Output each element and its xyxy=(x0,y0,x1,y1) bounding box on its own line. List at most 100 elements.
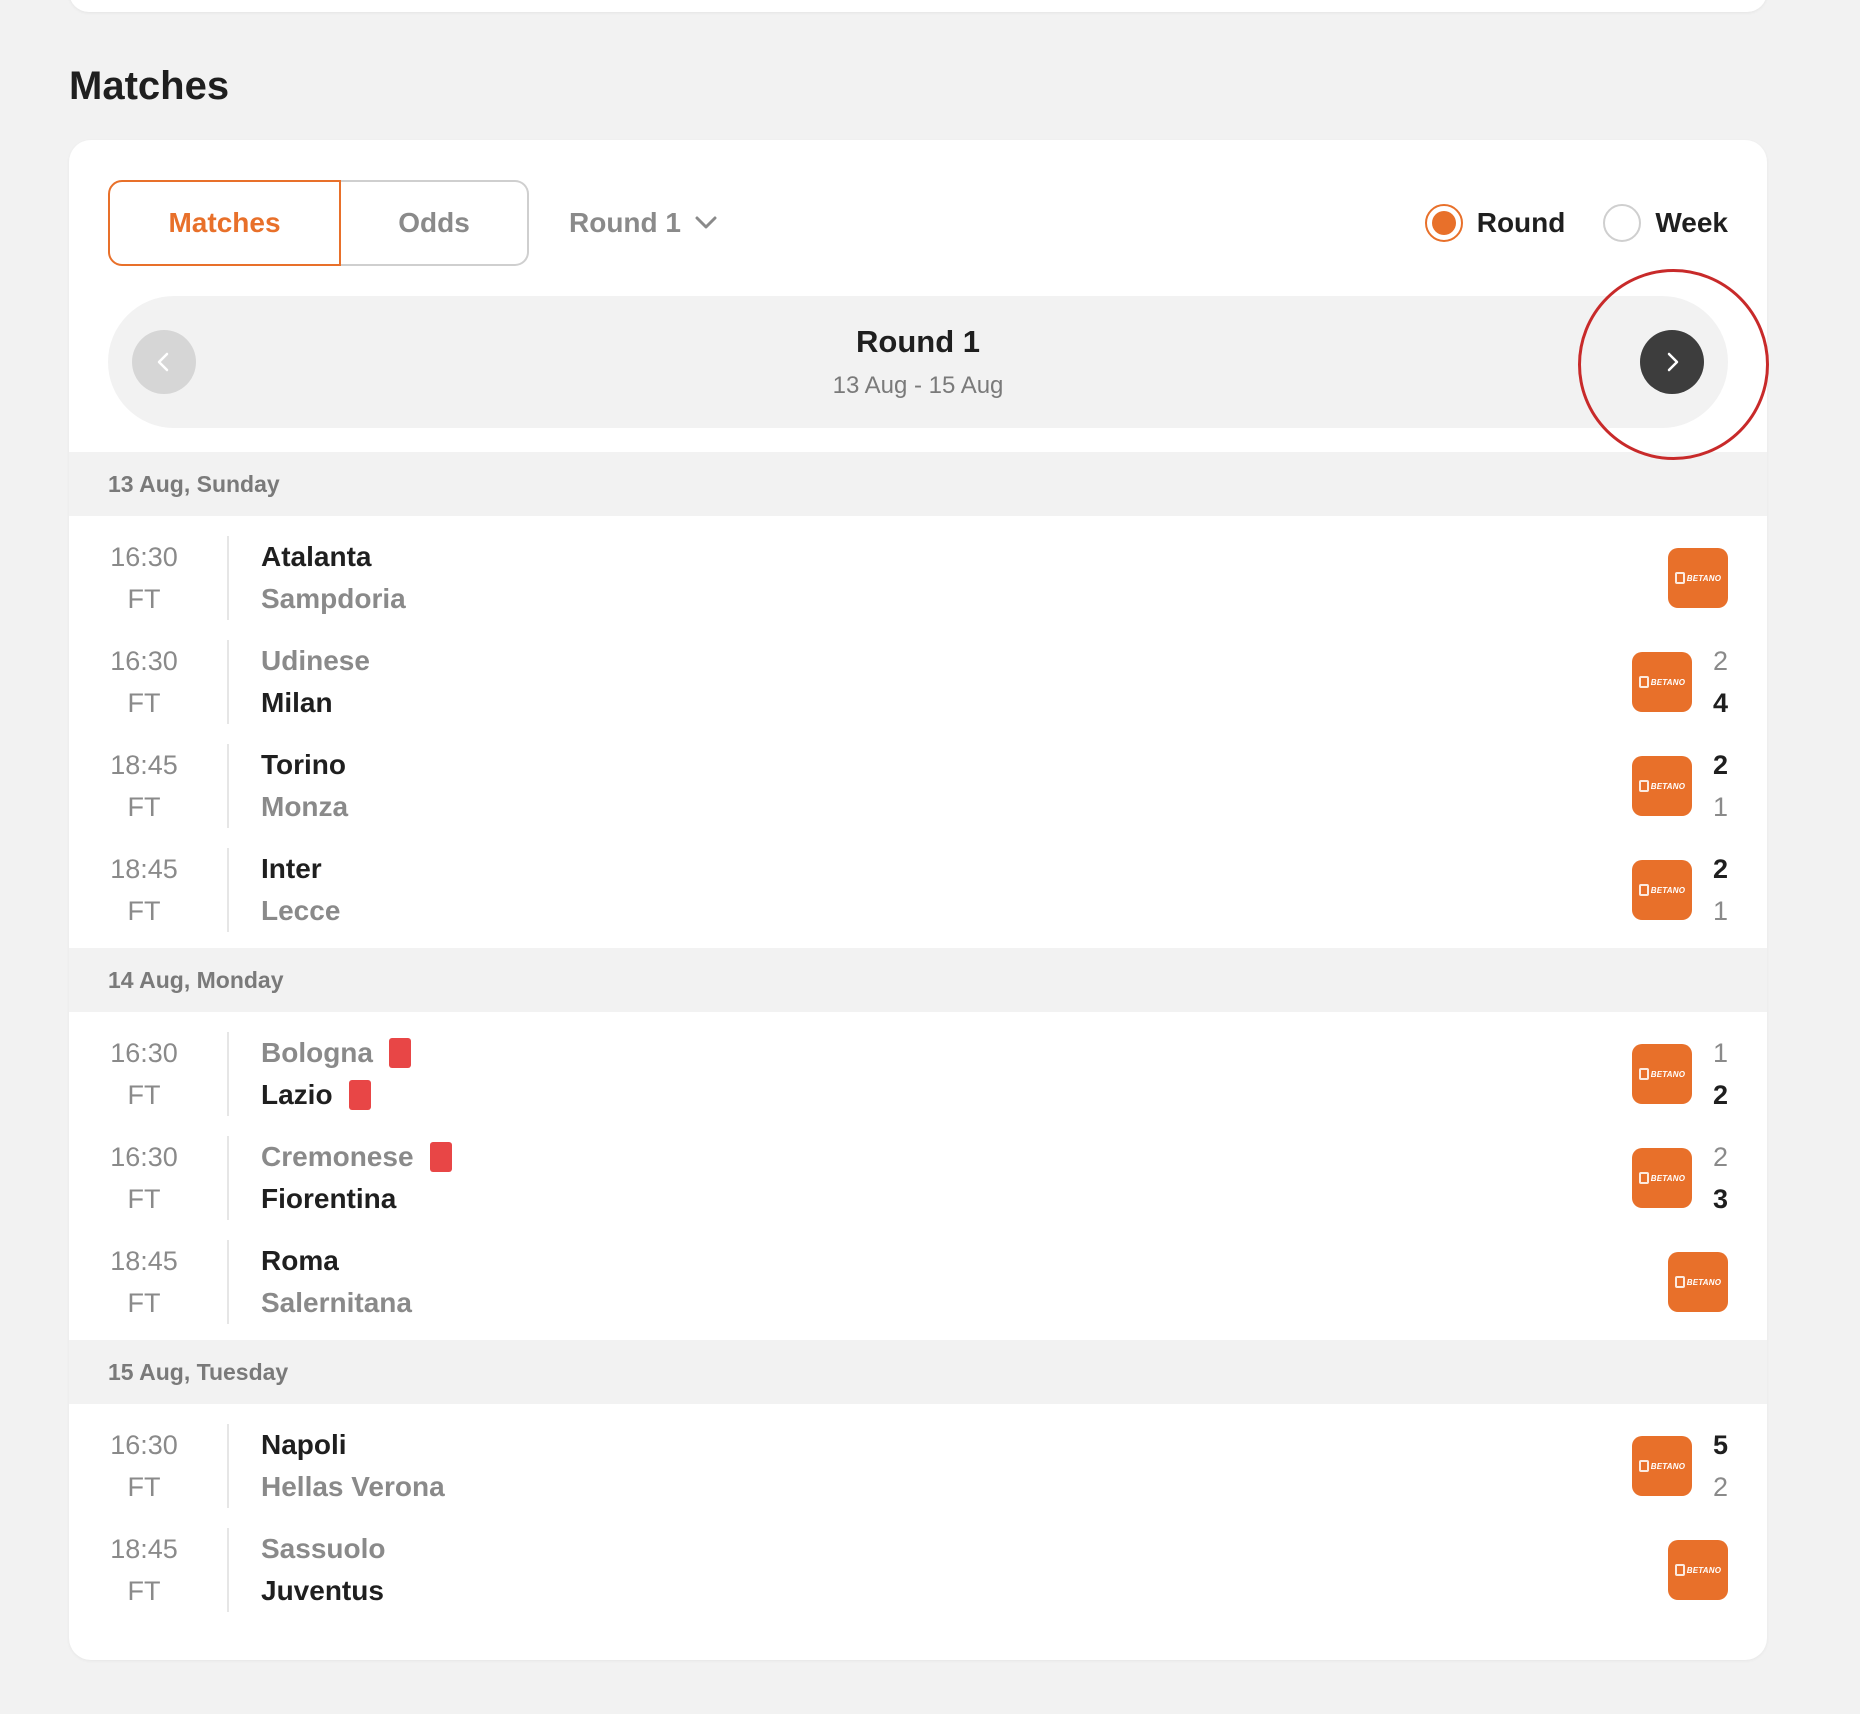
round-dropdown-label: Round 1 xyxy=(569,207,681,238)
sponsor-logo-button[interactable]: BETANO xyxy=(1632,1148,1692,1208)
match-time: 16:30 FT xyxy=(69,1424,219,1508)
match-status: FT xyxy=(127,896,161,926)
match-status: FT xyxy=(127,792,161,822)
round-dropdown[interactable]: Round 1 xyxy=(569,180,717,266)
away-team-name: Salernitana xyxy=(261,1287,412,1318)
match-status: FT xyxy=(127,1080,161,1110)
radio-round-label: Round xyxy=(1476,207,1566,238)
match-time: 16:30 FT xyxy=(69,536,219,620)
section-title: Matches xyxy=(69,64,230,108)
home-team-name: Napoli xyxy=(261,1429,347,1460)
match-row[interactable]: 16:30 FT Bologna Lazio BETANO 1 2 xyxy=(69,1032,1767,1116)
match-status: FT xyxy=(127,1288,161,1318)
next-round-button[interactable] xyxy=(1640,330,1704,394)
home-team-name: Atalanta xyxy=(261,541,372,572)
match-time: 16:30 FT xyxy=(69,640,219,724)
away-score: 2 xyxy=(1712,1080,1728,1110)
betano-icon xyxy=(1638,884,1649,896)
sponsor-logo-button[interactable]: BETANO xyxy=(1668,1540,1728,1600)
match-teams: Sassuolo Juventus xyxy=(261,1528,385,1612)
away-team: Milan xyxy=(261,682,370,724)
match-status: FT xyxy=(127,1184,161,1214)
tab-matches[interactable]: Matches xyxy=(108,180,341,266)
kickoff-time: 18:45 xyxy=(110,854,178,884)
match-row[interactable]: 18:45 FT Sassuolo Juventus BETANO xyxy=(69,1528,1767,1612)
radio-week[interactable]: Week xyxy=(1603,204,1728,242)
sponsor-logo-button[interactable]: BETANO xyxy=(1668,548,1728,608)
sponsor-logo-button[interactable]: BETANO xyxy=(1632,1044,1692,1104)
red-card-icon xyxy=(389,1038,411,1068)
radio-round-indicator xyxy=(1424,204,1463,242)
away-team-name: Fiorentina xyxy=(261,1183,397,1214)
round-navigator: Round 1 13 Aug - 15 Aug xyxy=(108,296,1728,428)
home-team-name: Udinese xyxy=(261,645,370,676)
away-team: Monza xyxy=(261,786,348,828)
kickoff-time: 18:45 xyxy=(110,1534,178,1564)
kickoff-time: 16:30 xyxy=(110,1142,178,1172)
home-score: 1 xyxy=(1712,1038,1728,1068)
match-time: 16:30 FT xyxy=(69,1136,219,1220)
betano-icon xyxy=(1638,1172,1649,1184)
match-row[interactable]: 18:45 FT Torino Monza BETANO 2 1 xyxy=(69,744,1767,828)
home-team: Napoli xyxy=(261,1424,445,1466)
match-row[interactable]: 18:45 FT Inter Lecce BETANO 2 1 xyxy=(69,848,1767,932)
away-score: 1 xyxy=(1712,792,1728,822)
round-date-range: 13 Aug - 15 Aug xyxy=(832,372,1004,399)
match-score: 52 xyxy=(1713,1424,1728,1508)
betano-icon xyxy=(1638,780,1649,792)
sponsor-logo-button[interactable]: BETANO xyxy=(1632,756,1692,816)
tab-odds[interactable]: Odds xyxy=(341,180,529,266)
radio-round[interactable]: Round xyxy=(1424,204,1566,242)
radio-week-label: Week xyxy=(1655,207,1728,238)
away-score: 2 xyxy=(1712,1472,1728,1502)
betano-icon xyxy=(1674,1276,1685,1288)
match-teams: Roma Salernitana xyxy=(261,1240,412,1324)
day-header: 13 Aug, Sunday xyxy=(69,452,1767,516)
matches-toolbar: Matches Odds Round 1 Round Week xyxy=(69,140,1767,270)
betano-icon xyxy=(1638,1068,1649,1080)
match-teams: Udinese Milan xyxy=(261,640,370,724)
home-score: 5 xyxy=(1712,1430,1728,1460)
kickoff-time: 16:30 xyxy=(110,542,178,572)
away-team: Fiorentina xyxy=(261,1178,452,1220)
away-team: Sampdoria xyxy=(261,578,406,620)
home-team: Atalanta xyxy=(261,536,406,578)
kickoff-time: 18:45 xyxy=(110,750,178,780)
chevron-down-icon xyxy=(695,216,717,229)
match-divider xyxy=(227,640,229,724)
match-row[interactable]: 16:30 FT Napoli Hellas Verona BETANO 5 2 xyxy=(69,1424,1767,1508)
match-status: FT xyxy=(127,584,161,614)
home-team-name: Cremonese xyxy=(261,1141,414,1172)
home-team-name: Torino xyxy=(261,749,347,780)
sponsor-logo-button[interactable]: BETANO xyxy=(1632,652,1692,712)
match-row[interactable]: 16:30 FT Cremonese Fiorentina BETANO 2 3 xyxy=(69,1136,1767,1220)
sponsor-logo-button[interactable]: BETANO xyxy=(1632,1436,1692,1496)
away-team: Lecce xyxy=(261,890,340,932)
chevron-right-icon xyxy=(1667,352,1679,372)
away-team-name: Monza xyxy=(261,791,349,822)
away-team: Lazio xyxy=(261,1074,411,1116)
match-time: 18:45 FT xyxy=(69,848,219,932)
home-team: Roma xyxy=(261,1240,412,1282)
red-card-icon xyxy=(348,1080,371,1110)
match-divider xyxy=(227,1528,229,1612)
match-score: 21 xyxy=(1713,848,1728,932)
betano-icon xyxy=(1674,1564,1685,1576)
previous-section-card xyxy=(69,0,1767,12)
sponsor-logo-button[interactable]: BETANO xyxy=(1668,1252,1728,1312)
match-row[interactable]: 18:45 FT Roma Salernitana BETANO xyxy=(69,1240,1767,1324)
sponsor-logo-button[interactable]: BETANO xyxy=(1632,860,1692,920)
away-team-name: Milan xyxy=(261,687,333,718)
kickoff-time: 18:45 xyxy=(110,1246,178,1276)
home-team: Inter xyxy=(261,848,340,890)
view-tabs: Matches Odds xyxy=(108,180,529,266)
match-row[interactable]: 16:30 FT Udinese Milan BETANO 2 4 xyxy=(69,640,1767,724)
match-teams: Torino Monza xyxy=(261,744,348,828)
match-time: 18:45 FT xyxy=(69,1240,219,1324)
match-score: 12 xyxy=(1713,1032,1728,1116)
sponsor-logo-text: BETANO xyxy=(1650,1069,1686,1079)
away-team-name: Lecce xyxy=(261,895,341,926)
away-team-name: Lazio xyxy=(261,1079,333,1110)
home-team-name: Sassuolo xyxy=(261,1533,386,1564)
match-row[interactable]: 16:30 FT Atalanta Sampdoria BETANO xyxy=(69,536,1767,620)
